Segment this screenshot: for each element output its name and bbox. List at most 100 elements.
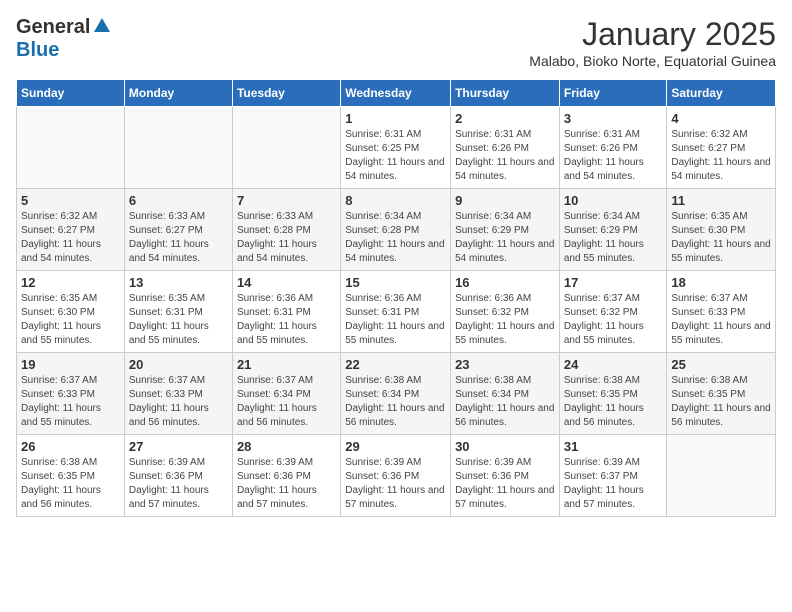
table-row (17, 107, 125, 189)
table-row: 20 Sunrise: 6:37 AM Sunset: 6:33 PM Dayli… (124, 353, 232, 435)
table-row: 16Sunrise: 6:36 AM Sunset: 6:32 PM Dayli… (451, 271, 560, 353)
day-info: Sunrise: 6:34 AM Sunset: 6:29 PM Dayligh… (455, 210, 555, 266)
calendar-week-5: 26 Sunrise: 6:38 AM Sunset: 6:35 PM Dayli… (17, 435, 776, 517)
calendar-table: SundayMondayTuesdayWednesdayThursdayFrid… (16, 79, 776, 517)
day-info: Sunrise: 6:35 AM Sunset: 6:31 PM Dayligh… (129, 292, 228, 348)
calendar-body: 1Sunrise: 6:31 AM Sunset: 6:25 PM Daylig… (17, 107, 776, 517)
table-row: 12Sunrise: 6:35 AM Sunset: 6:30 PM Dayli… (17, 271, 125, 353)
table-row: 5 Sunrise: 6:32 AM Sunset: 6:27 PM Daylig… (17, 189, 125, 271)
table-row: 8 Sunrise: 6:34 AM Sunset: 6:28 PM Daylig… (341, 189, 451, 271)
day-info: Sunrise: 6:37 AM Sunset: 6:33 PM Dayligh… (21, 374, 120, 430)
weekday-friday: Friday (559, 80, 667, 107)
table-row: 28 Sunrise: 6:39 AM Sunset: 6:36 PM Dayli… (232, 435, 340, 517)
day-info: Sunrise: 6:35 AM Sunset: 6:30 PM Dayligh… (21, 292, 120, 348)
table-row: 2Sunrise: 6:31 AM Sunset: 6:26 PM Daylig… (451, 107, 560, 189)
day-info: Sunrise: 6:31 AM Sunset: 6:25 PM Dayligh… (345, 128, 446, 184)
calendar-week-4: 19 Sunrise: 6:37 AM Sunset: 6:33 PM Dayli… (17, 353, 776, 435)
day-number: 19 (21, 357, 120, 372)
calendar-week-2: 5 Sunrise: 6:32 AM Sunset: 6:27 PM Daylig… (17, 189, 776, 271)
table-row: 26 Sunrise: 6:38 AM Sunset: 6:35 PM Dayli… (17, 435, 125, 517)
day-info: Sunrise: 6:38 AM Sunset: 6:35 PM Dayligh… (671, 374, 771, 430)
weekday-header-row: SundayMondayTuesdayWednesdayThursdayFrid… (17, 80, 776, 107)
location-subtitle: Malabo, Bioko Norte, Equatorial Guinea (529, 53, 776, 69)
weekday-wednesday: Wednesday (341, 80, 451, 107)
table-row: 10Sunrise: 6:34 AM Sunset: 6:29 PM Dayli… (559, 189, 667, 271)
day-number: 2 (455, 111, 555, 126)
table-row: 15 Sunrise: 6:36 AM Sunset: 6:31 PM Dayli… (341, 271, 451, 353)
weekday-saturday: Saturday (667, 80, 776, 107)
table-row (124, 107, 232, 189)
day-info: Sunrise: 6:38 AM Sunset: 6:35 PM Dayligh… (21, 456, 120, 512)
day-number: 11 (671, 193, 771, 208)
table-row: 22 Sunrise: 6:38 AM Sunset: 6:34 PM Dayli… (341, 353, 451, 435)
table-row: 31Sunrise: 6:39 AM Sunset: 6:37 PM Dayli… (559, 435, 667, 517)
day-number: 23 (455, 357, 555, 372)
logo-general: General (16, 16, 90, 39)
day-number: 13 (129, 275, 228, 290)
table-row: 25 Sunrise: 6:38 AM Sunset: 6:35 PM Dayli… (667, 353, 776, 435)
weekday-sunday: Sunday (17, 80, 125, 107)
day-info: Sunrise: 6:31 AM Sunset: 6:26 PM Dayligh… (564, 128, 663, 184)
logo-triangle (93, 16, 111, 39)
day-number: 15 (345, 275, 446, 290)
day-info: Sunrise: 6:38 AM Sunset: 6:34 PM Dayligh… (345, 374, 446, 430)
day-number: 30 (455, 439, 555, 454)
table-row: 13 Sunrise: 6:35 AM Sunset: 6:31 PM Dayli… (124, 271, 232, 353)
day-info: Sunrise: 6:39 AM Sunset: 6:36 PM Dayligh… (455, 456, 555, 512)
day-info: Sunrise: 6:37 AM Sunset: 6:32 PM Dayligh… (564, 292, 663, 348)
day-number: 18 (671, 275, 771, 290)
table-row: 3 Sunrise: 6:31 AM Sunset: 6:26 PM Daylig… (559, 107, 667, 189)
day-number: 6 (129, 193, 228, 208)
table-row: 4 Sunrise: 6:32 AM Sunset: 6:27 PM Daylig… (667, 107, 776, 189)
day-number: 8 (345, 193, 446, 208)
table-row: 18Sunrise: 6:37 AM Sunset: 6:33 PM Dayli… (667, 271, 776, 353)
day-info: Sunrise: 6:38 AM Sunset: 6:35 PM Dayligh… (564, 374, 663, 430)
table-row: 24 Sunrise: 6:38 AM Sunset: 6:35 PM Dayli… (559, 353, 667, 435)
table-row: 29 Sunrise: 6:39 AM Sunset: 6:36 PM Dayli… (341, 435, 451, 517)
table-row: 9Sunrise: 6:34 AM Sunset: 6:29 PM Daylig… (451, 189, 560, 271)
table-row (667, 435, 776, 517)
day-number: 4 (671, 111, 771, 126)
table-row: 14Sunrise: 6:36 AM Sunset: 6:31 PM Dayli… (232, 271, 340, 353)
table-row: 17 Sunrise: 6:37 AM Sunset: 6:32 PM Dayli… (559, 271, 667, 353)
day-info: Sunrise: 6:37 AM Sunset: 6:33 PM Dayligh… (129, 374, 228, 430)
day-info: Sunrise: 6:39 AM Sunset: 6:36 PM Dayligh… (129, 456, 228, 512)
day-info: Sunrise: 6:34 AM Sunset: 6:28 PM Dayligh… (345, 210, 446, 266)
day-info: Sunrise: 6:39 AM Sunset: 6:36 PM Dayligh… (237, 456, 336, 512)
day-number: 17 (564, 275, 663, 290)
day-number: 21 (237, 357, 336, 372)
title-block: January 2025 Malabo, Bioko Norte, Equato… (529, 16, 776, 69)
day-number: 22 (345, 357, 446, 372)
table-row: 21 Sunrise: 6:37 AM Sunset: 6:34 PM Dayli… (232, 353, 340, 435)
calendar-week-3: 12Sunrise: 6:35 AM Sunset: 6:30 PM Dayli… (17, 271, 776, 353)
table-row: 1Sunrise: 6:31 AM Sunset: 6:25 PM Daylig… (341, 107, 451, 189)
day-number: 20 (129, 357, 228, 372)
day-number: 26 (21, 439, 120, 454)
day-info: Sunrise: 6:38 AM Sunset: 6:34 PM Dayligh… (455, 374, 555, 430)
day-number: 10 (564, 193, 663, 208)
table-row: 19 Sunrise: 6:37 AM Sunset: 6:33 PM Dayli… (17, 353, 125, 435)
day-number: 31 (564, 439, 663, 454)
day-info: Sunrise: 6:36 AM Sunset: 6:31 PM Dayligh… (345, 292, 446, 348)
day-number: 14 (237, 275, 336, 290)
day-number: 29 (345, 439, 446, 454)
table-row: 23 Sunrise: 6:38 AM Sunset: 6:34 PM Dayli… (451, 353, 560, 435)
day-info: Sunrise: 6:33 AM Sunset: 6:28 PM Dayligh… (237, 210, 336, 266)
day-number: 28 (237, 439, 336, 454)
day-number: 16 (455, 275, 555, 290)
day-number: 24 (564, 357, 663, 372)
day-info: Sunrise: 6:32 AM Sunset: 6:27 PM Dayligh… (21, 210, 120, 266)
weekday-monday: Monday (124, 80, 232, 107)
logo-blue: Blue (16, 39, 59, 61)
table-row: 30 Sunrise: 6:39 AM Sunset: 6:36 PM Dayli… (451, 435, 560, 517)
day-number: 5 (21, 193, 120, 208)
day-info: Sunrise: 6:37 AM Sunset: 6:34 PM Dayligh… (237, 374, 336, 430)
day-number: 3 (564, 111, 663, 126)
page-header: General Blue January 2025 Malabo, Bioko … (16, 16, 776, 69)
day-info: Sunrise: 6:32 AM Sunset: 6:27 PM Dayligh… (671, 128, 771, 184)
table-row (232, 107, 340, 189)
table-row: 6Sunrise: 6:33 AM Sunset: 6:27 PM Daylig… (124, 189, 232, 271)
day-number: 25 (671, 357, 771, 372)
day-info: Sunrise: 6:39 AM Sunset: 6:36 PM Dayligh… (345, 456, 446, 512)
day-number: 7 (237, 193, 336, 208)
